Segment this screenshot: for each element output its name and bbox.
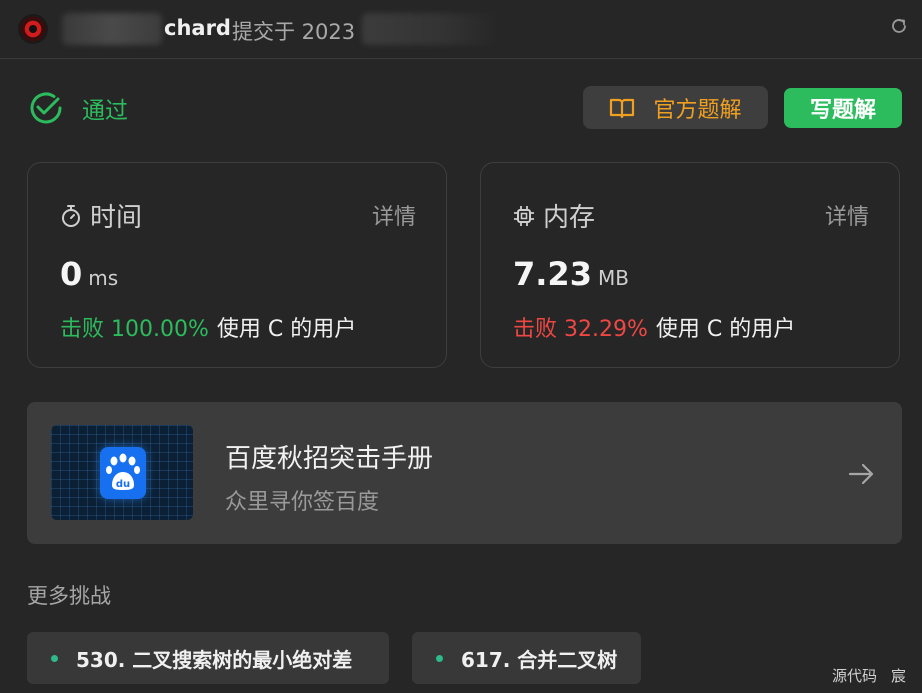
- book-icon: [610, 98, 635, 118]
- promo-image: du: [51, 425, 193, 520]
- baidu-logo: du: [100, 447, 146, 499]
- challenge-item[interactable]: 530. 二叉搜索树的最小绝对差: [27, 632, 389, 684]
- submission-header: chard 提交于 2023: [0, 0, 922, 59]
- memory-unit: MB: [597, 266, 629, 290]
- official-solution-label: 官方题解: [653, 97, 742, 123]
- write-solution-button[interactable]: 写题解: [784, 88, 902, 128]
- promo-subtitle: 众里寻你签百度: [225, 490, 380, 515]
- runtime-beat-text: 使用 C 的用户: [216, 317, 357, 342]
- promo-title: 百度秋招突击手册: [225, 444, 434, 474]
- memory-value: 7.23: [513, 255, 592, 293]
- status-label: 通过: [82, 98, 128, 124]
- bullet-dot: [51, 654, 58, 662]
- challenge-item[interactable]: 617. 合并二叉树: [412, 632, 641, 684]
- runtime-beat-row: 击败 100.00% 使用 C 的用户: [60, 311, 356, 343]
- memory-title: 内存: [513, 197, 595, 234]
- memory-beat-percent: 击败 32.29%: [513, 317, 648, 342]
- runtime-unit: ms: [88, 266, 119, 290]
- arrow-right-icon[interactable]: [847, 459, 877, 489]
- footer-bar: 源代码 宸: [832, 665, 906, 686]
- memory-value-row: 7.23 MB: [513, 255, 629, 293]
- bullet-dot: [436, 654, 443, 662]
- runtime-value: 0: [60, 255, 83, 293]
- write-solution-label: 写题解: [809, 98, 876, 123]
- promo-banner[interactable]: du 百度秋招突击手册 众里寻你签百度: [27, 402, 902, 544]
- stopwatch-icon: [62, 204, 80, 227]
- footer-extra: 宸: [891, 667, 907, 685]
- runtime-title: 时间: [60, 197, 142, 234]
- user-avatar[interactable]: [18, 14, 48, 44]
- runtime-card: 时间 详情 0 ms 击败 100.00% 使用 C 的用户: [27, 162, 447, 368]
- check-circle-icon: [30, 92, 62, 124]
- challenge-title: 617. 合并二叉树: [461, 647, 618, 672]
- official-solution-button[interactable]: 官方题解: [583, 86, 768, 129]
- blurred-username: [62, 13, 162, 45]
- runtime-title-label: 时间: [90, 203, 143, 233]
- memory-beat-text: 使用 C 的用户: [655, 317, 796, 342]
- chip-icon: [514, 205, 534, 226]
- refresh-icon[interactable]: [890, 17, 908, 35]
- memory-detail-link[interactable]: 详情: [825, 199, 869, 231]
- runtime-value-row: 0 ms: [60, 255, 118, 293]
- memory-beat-row: 击败 32.29% 使用 C 的用户: [513, 311, 795, 343]
- username-text[interactable]: chard: [164, 16, 231, 40]
- source-code-link[interactable]: 源代码: [832, 665, 877, 686]
- blurred-timestamp: [362, 13, 500, 45]
- runtime-detail-link[interactable]: 详情: [372, 199, 416, 231]
- challenge-title: 530. 二叉搜索树的最小绝对差: [76, 647, 353, 672]
- memory-card: 内存 详情 7.23 MB 击败 32.29% 使用 C 的用户: [480, 162, 900, 368]
- submitted-time: 提交于 2023: [232, 20, 356, 44]
- more-challenges-heading: 更多挑战: [27, 584, 111, 608]
- status-row: 通过: [28, 90, 128, 126]
- memory-title-label: 内存: [543, 203, 596, 233]
- svg-text:du: du: [116, 479, 130, 490]
- runtime-beat-percent: 击败 100.00%: [60, 317, 209, 342]
